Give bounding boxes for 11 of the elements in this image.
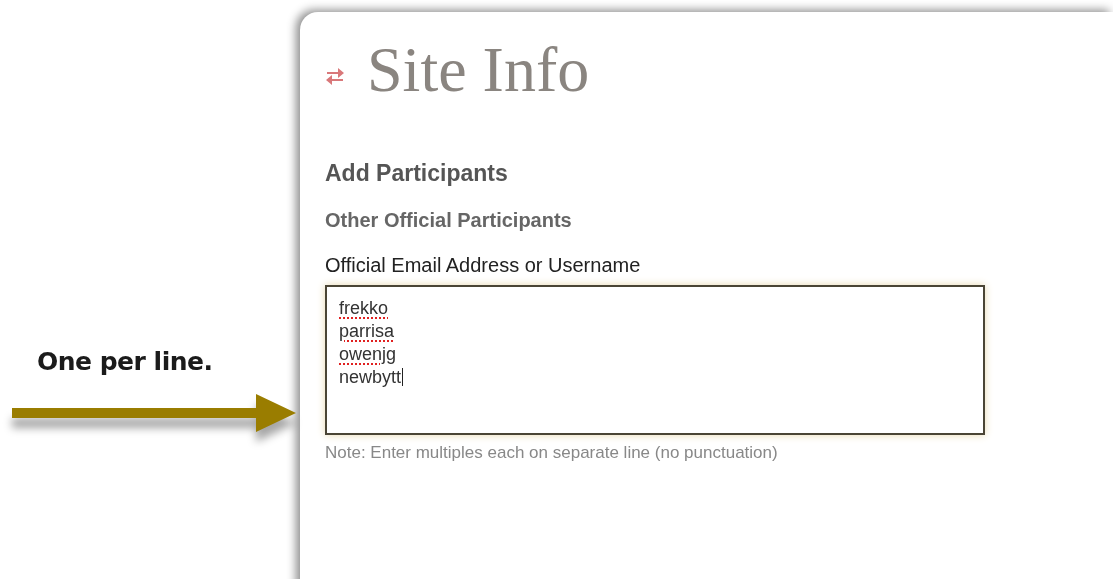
field-label: Official Email Address or Username bbox=[325, 254, 642, 277]
section-heading: Add Participants bbox=[325, 160, 509, 187]
annotation-text: One per line. bbox=[37, 347, 213, 376]
entry-text: parrisa bbox=[339, 321, 395, 341]
page-title: Site Info bbox=[367, 33, 590, 107]
entry-text: owenjg bbox=[339, 344, 397, 364]
entry-text: frekko bbox=[339, 298, 389, 318]
participants-textarea[interactable]: frekko parrisa owenjg newbytt bbox=[325, 285, 985, 435]
entry-text: newbytt bbox=[339, 367, 404, 387]
field-note: Note: Enter multiples each on separate line (no punctuation) bbox=[325, 443, 779, 463]
subsection-heading: Other Official Participants bbox=[325, 209, 573, 232]
